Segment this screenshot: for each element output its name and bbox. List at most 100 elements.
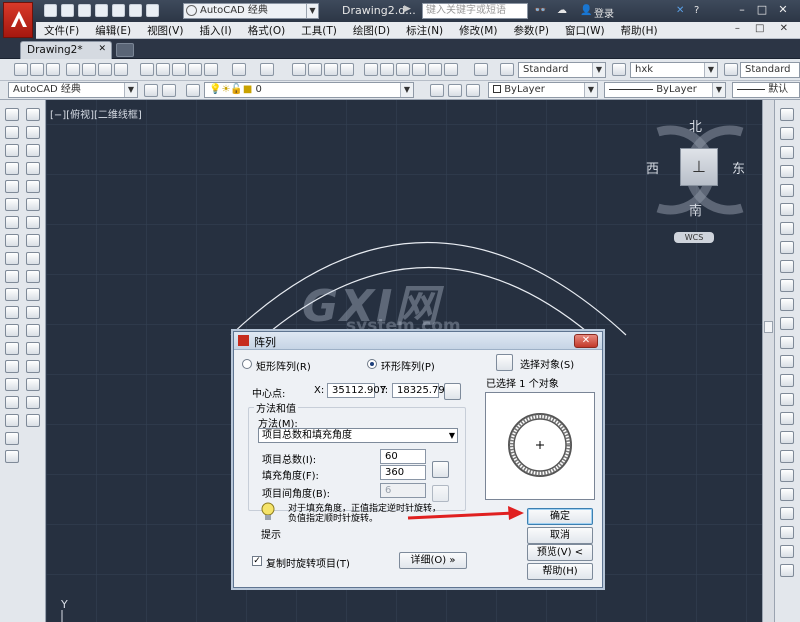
multileader-icon[interactable] <box>780 507 794 520</box>
polar-array-radio[interactable] <box>367 359 377 369</box>
help-icon[interactable] <box>474 63 488 76</box>
rotate-items-label[interactable]: 复制时旋转项目(T) <box>266 555 350 570</box>
workspace-settings-icon[interactable] <box>144 84 158 97</box>
mirror-icon[interactable] <box>26 144 40 157</box>
extend-icon[interactable] <box>26 288 40 301</box>
publish-icon[interactable] <box>98 63 112 76</box>
user-icon[interactable]: 👤 <box>580 5 592 16</box>
move-icon[interactable] <box>26 198 40 211</box>
break-at-point-icon[interactable] <box>26 306 40 319</box>
paste-icon[interactable] <box>172 63 186 76</box>
select-objects-button[interactable] <box>496 354 513 371</box>
leader-align-icon[interactable] <box>780 526 794 539</box>
menu-dimension[interactable]: 标注(N) <box>406 23 443 38</box>
scrollbar-thumb[interactable] <box>764 321 773 333</box>
help-icon[interactable]: ? <box>694 5 699 16</box>
new-file-icon[interactable] <box>44 4 57 17</box>
table-style-icon[interactable] <box>724 63 738 76</box>
scale-icon[interactable] <box>26 234 40 247</box>
open-icon[interactable] <box>30 63 44 76</box>
zoom-realtime-icon[interactable] <box>308 63 322 76</box>
quickcalc-icon[interactable] <box>444 63 458 76</box>
markup-icon[interactable] <box>428 63 442 76</box>
dim-ordinate-icon[interactable] <box>780 165 794 178</box>
properties-icon[interactable] <box>364 63 378 76</box>
details-button[interactable]: 详细(O) » <box>399 552 467 569</box>
open-file-icon[interactable] <box>61 4 74 17</box>
add-selected-icon[interactable] <box>5 450 19 463</box>
color-select[interactable]: ByLayer ▼ <box>488 82 598 98</box>
menu-draw[interactable]: 绘图(D) <box>353 23 390 38</box>
menu-tools[interactable]: 工具(T) <box>301 23 337 38</box>
point-icon[interactable] <box>5 342 19 355</box>
polyline-icon[interactable] <box>5 144 19 157</box>
viewcube[interactable]: ⊥ <box>680 148 718 186</box>
zoom-previous-icon[interactable] <box>340 63 354 76</box>
dim-continue-icon[interactable] <box>780 298 794 311</box>
dim-update-icon[interactable] <box>780 469 794 482</box>
workspace-toggle-icon[interactable] <box>162 84 176 97</box>
dim-edit-icon[interactable] <box>780 431 794 444</box>
text-style-icon[interactable] <box>500 63 514 76</box>
menu-insert[interactable]: 插入(I) <box>199 23 231 38</box>
menu-help[interactable]: 帮助(H) <box>621 23 658 38</box>
view-manager-icon[interactable] <box>780 564 794 577</box>
plot-preview-icon[interactable] <box>82 63 96 76</box>
explode-icon[interactable] <box>26 414 40 427</box>
chamfer-icon[interactable] <box>26 360 40 373</box>
cut-icon[interactable] <box>140 63 154 76</box>
plot-icon[interactable] <box>66 63 80 76</box>
dialog-close-button[interactable]: ✕ <box>574 334 598 348</box>
design-center-icon[interactable] <box>380 63 394 76</box>
new-tab-button[interactable] <box>116 43 134 57</box>
fillet-icon[interactable] <box>26 378 40 391</box>
print-icon[interactable] <box>112 4 125 17</box>
dim-radius-icon[interactable] <box>780 184 794 197</box>
trim-icon[interactable] <box>26 270 40 283</box>
save-as-icon[interactable] <box>95 4 108 17</box>
menu-edit[interactable]: 编辑(E) <box>95 23 131 38</box>
help-button[interactable]: 帮助(H) <box>527 563 593 580</box>
save-icon[interactable] <box>78 4 91 17</box>
erase-icon[interactable] <box>26 108 40 121</box>
dim-break-icon[interactable] <box>780 336 794 349</box>
break-icon[interactable] <box>26 324 40 337</box>
center-x-input[interactable]: 35112.907 <box>327 383 386 398</box>
line-icon[interactable] <box>5 108 19 121</box>
dim-jogged-icon[interactable] <box>780 203 794 216</box>
total-items-input[interactable]: 60 <box>380 449 426 464</box>
layer-select[interactable]: 💡☀🔓■ 0 ▼ <box>204 82 414 98</box>
region-icon[interactable] <box>5 396 19 409</box>
table-style-select[interactable]: Standard <box>740 62 800 78</box>
minimize-button[interactable]: – <box>736 4 748 16</box>
rotate-icon[interactable] <box>26 216 40 229</box>
jogged-linear-icon[interactable] <box>780 412 794 425</box>
table-icon[interactable] <box>5 414 19 427</box>
dim-linear-icon[interactable] <box>780 108 794 121</box>
rect-array-label[interactable]: 矩形阵列(R) <box>256 358 311 373</box>
binoculars-icon[interactable]: 👓 <box>534 5 546 16</box>
menu-modify[interactable]: 修改(M) <box>459 23 497 38</box>
undo-icon[interactable] <box>232 63 246 76</box>
linetype-select[interactable]: ByLayer ▼ <box>604 82 726 98</box>
tab-drawing2[interactable]: Drawing2* ✕ <box>20 41 112 59</box>
login-link[interactable]: 登录 <box>594 5 614 20</box>
construction-line-icon[interactable] <box>5 126 19 139</box>
make-block-icon[interactable] <box>5 324 19 337</box>
undo-icon[interactable] <box>129 4 142 17</box>
exchange-icon[interactable]: ✕ <box>676 5 684 16</box>
tab-close-icon[interactable]: ✕ <box>98 44 106 54</box>
inspection-icon[interactable] <box>780 393 794 406</box>
compass-north[interactable]: 北 <box>689 116 702 135</box>
wcs-menu[interactable]: WCS <box>674 232 714 243</box>
dim-space-icon[interactable] <box>780 317 794 330</box>
gradient-icon[interactable] <box>5 378 19 391</box>
autocad-logo-icon[interactable] <box>3 2 33 38</box>
workspace-select[interactable]: AutoCAD 经典 ▼ <box>183 3 319 19</box>
layer-properties-icon[interactable] <box>186 84 200 97</box>
multiline-text-icon[interactable] <box>5 432 19 445</box>
rectangle-icon[interactable] <box>5 180 19 193</box>
community-icon[interactable]: ☁ <box>557 5 567 16</box>
copy-icon[interactable] <box>26 126 40 139</box>
compass-east[interactable]: 东 <box>732 158 745 177</box>
